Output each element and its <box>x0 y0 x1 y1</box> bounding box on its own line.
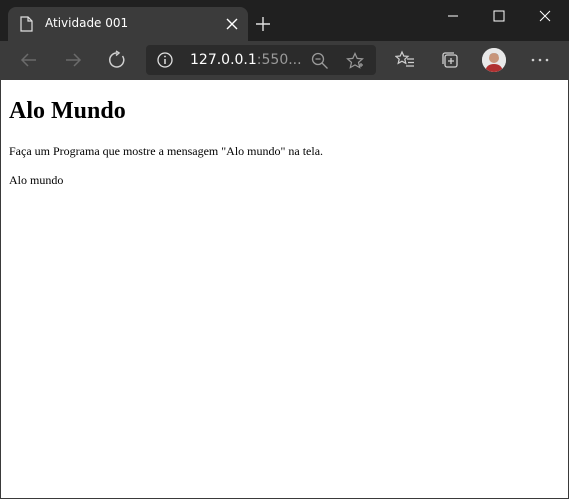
favorites-icon[interactable] <box>395 50 415 70</box>
url-rest: :550... <box>256 52 302 68</box>
instruction-text: Faça um Programa que mostre a mensagem "… <box>9 144 324 158</box>
url-text[interactable]: 127.0.0.1:550... <box>190 52 302 68</box>
address-bar[interactable]: 127.0.0.1:550... <box>146 45 376 75</box>
close-window-button[interactable] <box>522 0 568 32</box>
browser-toolbar: 127.0.0.1:550... <box>0 41 569 80</box>
close-icon <box>539 10 551 22</box>
info-icon[interactable] <box>157 52 173 68</box>
tab-title: Atividade 001 <box>45 16 129 30</box>
back-arrow-icon[interactable] <box>19 50 39 70</box>
browser-tab[interactable]: Atividade 001 <box>8 7 248 41</box>
close-tab-icon[interactable] <box>226 18 238 30</box>
page-heading: Alo Mundo <box>9 98 126 124</box>
title-bar: Atividade 001 <box>0 0 569 41</box>
maximize-button[interactable] <box>476 0 522 32</box>
minimize-button[interactable] <box>430 0 476 32</box>
page-icon <box>20 16 33 32</box>
new-tab-icon[interactable] <box>255 16 271 32</box>
profile-photo-icon <box>482 48 506 72</box>
profile-avatar[interactable] <box>482 48 506 72</box>
add-favorite-star-icon[interactable] <box>346 52 364 70</box>
zoom-out-icon[interactable] <box>311 52 329 70</box>
page-viewport: Alo Mundo Faça um Programa que mostre a … <box>0 80 569 499</box>
collections-icon[interactable] <box>440 50 460 70</box>
minimize-icon <box>448 15 458 17</box>
output-text: Alo mundo <box>9 173 64 187</box>
maximize-icon <box>493 10 505 22</box>
more-options-icon[interactable] <box>530 50 550 70</box>
forward-arrow-icon[interactable] <box>63 50 83 70</box>
url-host: 127.0.0.1 <box>190 52 257 68</box>
refresh-icon[interactable] <box>107 50 127 70</box>
